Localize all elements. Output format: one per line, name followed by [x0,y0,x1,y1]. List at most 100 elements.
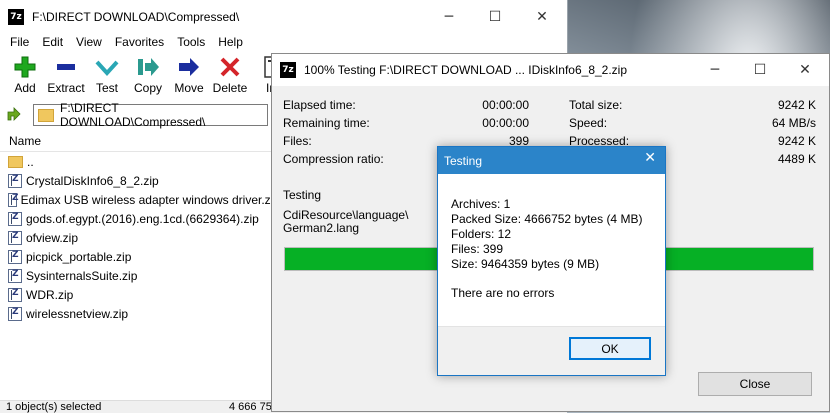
current-file-path: CdiResource\language\ [283,208,409,222]
file-name: SysinternalsSuite.zip [26,268,138,283]
main-title-bar: 7z F:\DIRECT DOWNLOAD\Compressed\ ─ ☐ ✕ [0,0,567,33]
file-name: Edimax USB wireless adapter windows driv… [20,192,280,207]
ok-button[interactable]: OK [569,337,651,360]
testing-result-dialog: Testing ✕ Archives: 1 Packed Size: 46667… [437,146,666,376]
remaining-label: Remaining time: [283,116,370,130]
archives-count: Archives: 1 [451,197,511,211]
total-size-value: 9242 K [777,98,816,112]
maximize-button[interactable]: ☐ [737,54,783,86]
list-item[interactable]: CrystalDiskInfo6_8_2.zip [0,171,280,190]
list-item[interactable]: WDR.zip [0,285,280,304]
file-name: .. [27,154,34,169]
list-item[interactable]: SysinternalsSuite.zip [0,266,280,285]
close-window-button[interactable]: ✕ [519,0,565,33]
zip-file-icon [8,192,18,207]
list-item[interactable]: ofview.zip [0,228,280,247]
minimize-button[interactable]: ─ [692,54,738,86]
dialog-title: Testing [444,153,483,168]
result-message: There are no errors [451,286,555,300]
elapsed-value: 00:00:00 [482,98,529,112]
list-item[interactable]: picpick_portable.zip [0,247,280,266]
files-label: Files: [283,134,312,148]
folders-count: Folders: 12 [451,227,512,241]
file-name: WDR.zip [26,287,74,302]
menu-help[interactable]: Help [212,35,250,49]
plus-icon [14,56,36,78]
7zip-app-icon: 7z [280,62,296,78]
file-name: CrystalDiskInfo6_8_2.zip [26,173,159,188]
files-count: Files: 399 [451,242,504,256]
list-item[interactable]: wirelessnetview.zip [0,304,280,323]
column-header-name[interactable]: Name [0,131,280,152]
check-icon [95,60,119,76]
file-name: gods.of.egypt.(2016).eng.1cd.(6629364).z… [26,211,259,226]
move-label: Move [174,81,204,95]
extract-label: Extract [47,81,85,95]
menu-view[interactable]: View [70,35,109,49]
extract-button[interactable]: Extract [45,55,87,95]
move-arrow-icon [179,58,199,76]
add-button[interactable]: Add [4,55,46,95]
menu-bar: File Edit View Favorites Tools Help [0,33,567,51]
speed-label: Speed: [569,116,608,130]
delete-x-icon [220,57,240,77]
speed-value: 64 MB/s [771,116,816,130]
zip-file-icon [8,173,22,188]
zip-file-icon [8,249,22,264]
menu-edit[interactable]: Edit [36,35,70,49]
zip-file-icon [8,306,22,321]
add-label: Add [14,81,36,95]
minimize-button[interactable]: ─ [426,0,472,33]
menu-file[interactable]: File [4,35,36,49]
testing-title-bar: 7z 100% Testing F:\DIRECT DOWNLOAD ... I… [272,54,829,86]
packed-size: Packed Size: 4666752 bytes (4 MB) [451,212,643,226]
7zip-app-icon: 7z [8,8,24,25]
copy-arrow-icon [138,58,159,76]
address-input[interactable]: F:\DIRECT DOWNLOAD\Compressed\ [33,101,268,129]
compression-ratio-label: Compression ratio: [283,152,384,166]
dialog-title-bar: Testing ✕ [438,147,665,174]
delete-label: Delete [212,81,248,95]
dialog-close-icon[interactable]: ✕ [644,150,656,166]
remaining-value: 00:00:00 [482,116,529,130]
file-name: wirelessnetview.zip [26,306,129,321]
status-selection: 1 object(s) selected [6,401,102,413]
unpacked-size: Size: 9464359 bytes (9 MB) [451,257,600,271]
column-header-label: Name [9,134,42,148]
folder-icon [38,108,54,122]
parent-folder-icon [8,155,23,168]
delete-button[interactable]: Delete [209,55,251,95]
test-label: Test [95,81,118,95]
menu-tools[interactable]: Tools [171,35,212,49]
file-name: ofview.zip [26,230,79,245]
zip-file-icon [8,230,22,245]
file-list: .. CrystalDiskInfo6_8_2.zip Edimax USB w… [0,152,280,323]
action-label: Testing [283,188,322,202]
processed-value: 9242 K [777,134,816,148]
dialog-body: Archives: 1 Packed Size: 4666752 bytes (… [451,197,642,301]
list-item[interactable]: Edimax USB wireless adapter windows driv… [0,190,280,209]
maximize-button[interactable]: ☐ [472,0,518,33]
list-item[interactable]: .. [0,152,280,171]
list-item[interactable]: gods.of.egypt.(2016).eng.1cd.(6629364).z… [0,209,280,228]
move-button[interactable]: Move [168,55,210,95]
dialog-footer: OK [438,326,665,375]
address-text: F:\DIRECT DOWNLOAD\Compressed\ [59,101,206,129]
copy-label: Copy [133,81,162,95]
zip-file-icon [8,268,22,283]
close-button[interactable]: Close [698,372,812,396]
file-name: picpick_portable.zip [26,249,132,264]
current-file-name: German2.lang [283,221,360,235]
folder-up-icon[interactable] [6,106,22,122]
copy-button[interactable]: Copy [127,55,169,95]
packed-size-value: 4489 K [777,152,816,166]
zip-file-icon [8,287,22,302]
test-button[interactable]: Test [86,55,128,95]
minus-icon [57,64,75,70]
total-size-label: Total size: [569,98,623,112]
menu-favorites[interactable]: Favorites [109,35,171,49]
close-window-button[interactable]: ✕ [782,54,828,86]
zip-file-icon [8,211,22,226]
elapsed-label: Elapsed time: [283,98,356,112]
testing-window-title: 100% Testing F:\DIRECT DOWNLOAD ... IDis… [304,63,628,77]
